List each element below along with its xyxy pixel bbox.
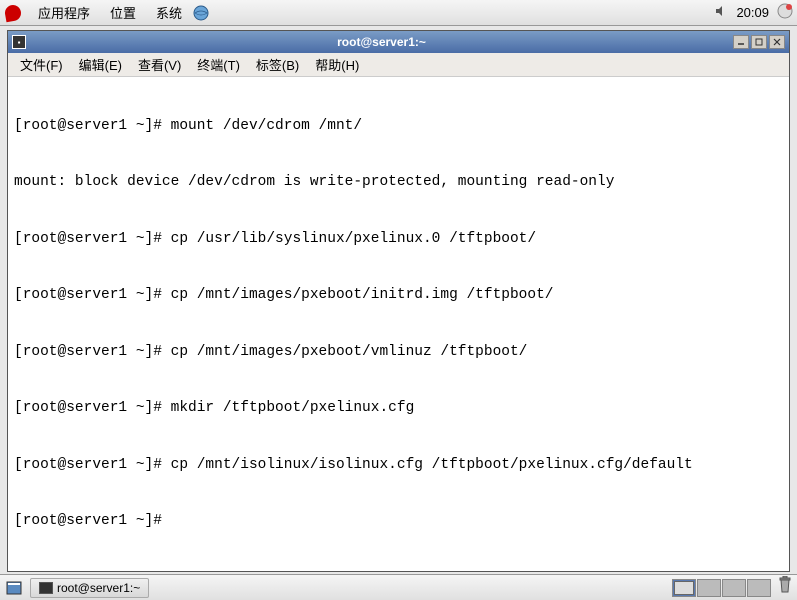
terminal-icon [39, 582, 53, 594]
top-panel: 应用程序 位置 系统 20:09 [0, 0, 797, 26]
terminal-line: [root@server1 ~]# cp /mnt/images/pxeboot… [14, 286, 783, 305]
browser-launcher-icon[interactable] [192, 4, 210, 22]
bottom-panel: root@server1:~ [0, 574, 797, 600]
taskbar-item-label: root@server1:~ [57, 581, 140, 595]
workspace-4[interactable] [747, 579, 771, 597]
menu-view[interactable]: 查看(V) [130, 55, 189, 74]
update-notifier-icon[interactable] [777, 3, 793, 22]
terminal-line: [root@server1 ~]# mkdir /tftpboot/pxelin… [14, 399, 783, 418]
maximize-button[interactable] [751, 35, 767, 49]
terminal-menubar: 文件(F) 编辑(E) 查看(V) 终端(T) 标签(B) 帮助(H) [8, 53, 789, 77]
window-controls [733, 35, 785, 49]
terminal-window: ▪ root@server1:~ 文件(F) 编辑(E) 查看(V) 终端(T)… [7, 30, 790, 572]
terminal-line: [root@server1 ~]# mount /dev/cdrom /mnt/ [14, 117, 783, 136]
terminal-line: [root@server1 ~]# cp /mnt/images/pxeboot… [14, 343, 783, 362]
workspace-3[interactable] [722, 579, 746, 597]
menu-applications[interactable]: 应用程序 [28, 3, 100, 22]
menu-places[interactable]: 位置 [100, 3, 146, 22]
menu-edit[interactable]: 编辑(E) [71, 55, 130, 74]
menu-file[interactable]: 文件(F) [12, 55, 71, 74]
terminal-line: [root@server1 ~]# cp /mnt/isolinux/isoli… [14, 456, 783, 475]
menu-system[interactable]: 系统 [146, 3, 192, 22]
trash-icon[interactable] [777, 576, 793, 599]
show-desktop-button[interactable] [4, 578, 24, 598]
terminal-line: [root@server1 ~]# [14, 512, 783, 531]
menu-help[interactable]: 帮助(H) [307, 55, 367, 74]
window-titlebar[interactable]: ▪ root@server1:~ [8, 31, 789, 53]
workspace-1[interactable] [672, 579, 696, 597]
terminal-content[interactable]: [root@server1 ~]# mount /dev/cdrom /mnt/… [8, 77, 789, 571]
menu-tabs[interactable]: 标签(B) [248, 55, 307, 74]
distro-logo-icon [4, 4, 22, 22]
workspace-2[interactable] [697, 579, 721, 597]
window-title: root@server1:~ [30, 35, 733, 49]
terminal-line: mount: block device /dev/cdrom is write-… [14, 173, 783, 192]
volume-icon[interactable] [714, 4, 728, 21]
menu-terminal[interactable]: 终端(T) [189, 55, 248, 74]
minimize-button[interactable] [733, 35, 749, 49]
terminal-line: [root@server1 ~]# cp /usr/lib/syslinux/p… [14, 230, 783, 249]
close-button[interactable] [769, 35, 785, 49]
clock[interactable]: 20:09 [728, 5, 777, 20]
taskbar-item-terminal[interactable]: root@server1:~ [30, 578, 149, 598]
workspace-switcher [672, 579, 771, 597]
terminal-icon: ▪ [12, 35, 26, 49]
